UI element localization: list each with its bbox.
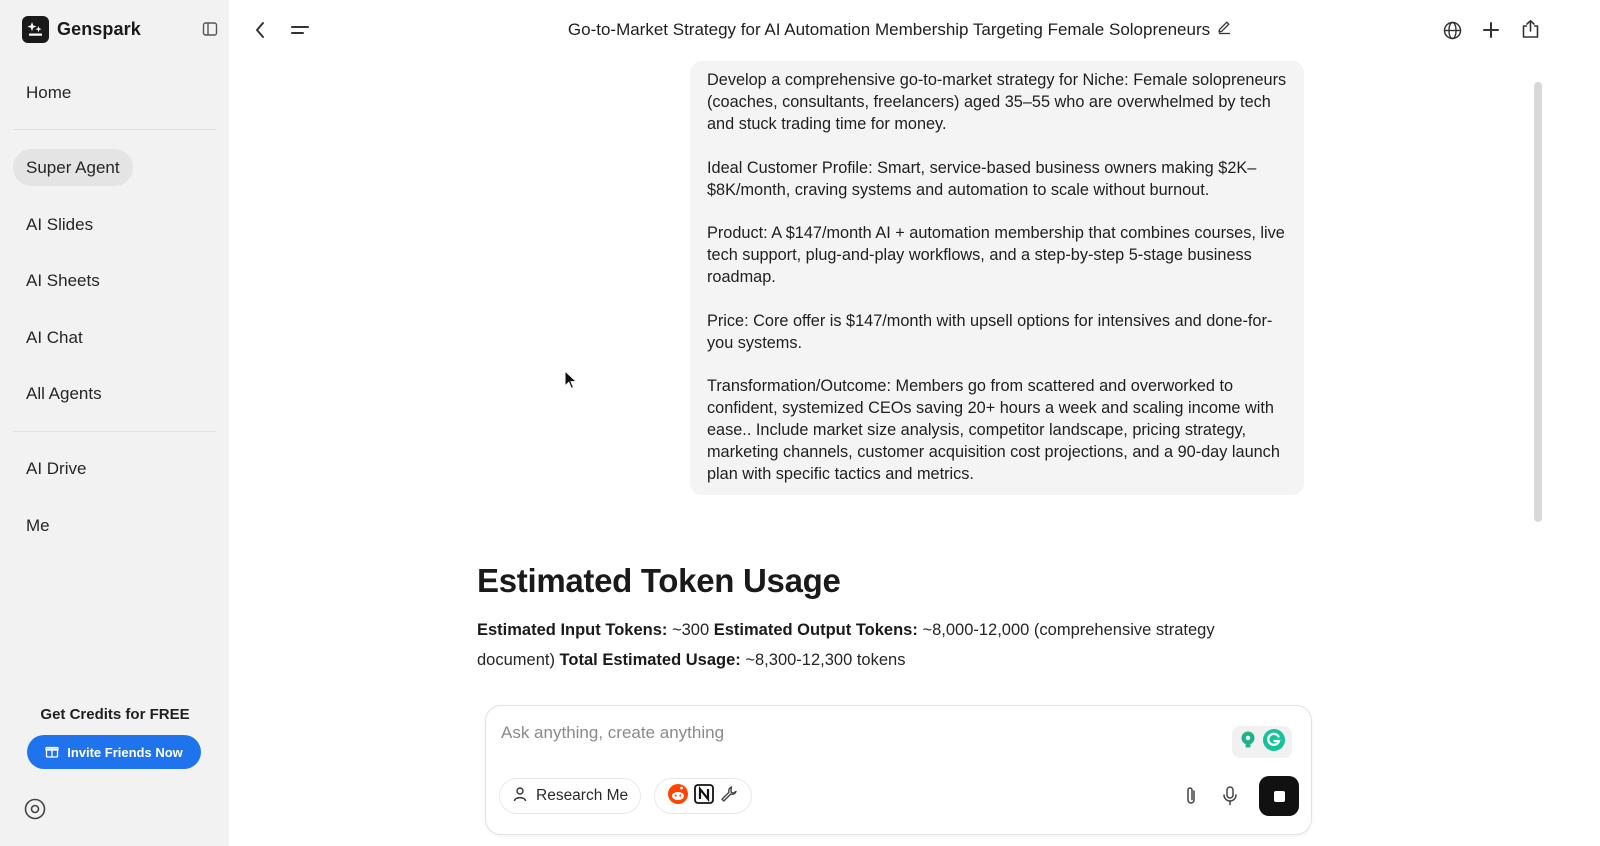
message-paragraph: Transformation/Outcome: Members go from … bbox=[707, 377, 1280, 483]
menu-lines-icon[interactable] bbox=[289, 20, 311, 40]
prompt-input[interactable] bbox=[501, 723, 1201, 743]
person-icon bbox=[512, 786, 528, 807]
sidebar-item-label: AI Chat bbox=[26, 327, 83, 347]
sidebar-item-ai-sheets[interactable]: AI Sheets bbox=[13, 262, 113, 299]
message-paragraph: Develop a comprehensive go-to-market str… bbox=[707, 71, 1287, 133]
sidebar-item-label: Me bbox=[26, 515, 50, 535]
invite-friends-button[interactable]: Invite Friends Now bbox=[27, 735, 201, 769]
writing-assistant-icons[interactable] bbox=[1232, 726, 1292, 758]
sidebar-item-all-agents[interactable]: All Agents bbox=[13, 375, 115, 412]
sidebar-item-label: Home bbox=[26, 82, 72, 102]
plus-icon[interactable] bbox=[1480, 19, 1502, 41]
user-message-bubble: Develop a comprehensive go-to-market str… bbox=[690, 61, 1304, 495]
sidebar-item-label: AI Slides bbox=[26, 214, 94, 234]
brand-name: Genspark bbox=[57, 19, 141, 39]
lightbulb-icon[interactable] bbox=[1238, 730, 1258, 755]
share-icon[interactable] bbox=[1519, 18, 1541, 40]
stop-icon bbox=[1273, 790, 1285, 802]
notion-icon bbox=[693, 783, 715, 810]
research-me-label: Research Me bbox=[536, 787, 629, 804]
gift-icon bbox=[45, 744, 59, 761]
sidebar-item-label: AI Drive bbox=[26, 458, 87, 478]
sidebar-item-ai-slides[interactable]: AI Slides bbox=[13, 206, 106, 243]
scrollbar-thumb[interactable] bbox=[1534, 82, 1542, 522]
wrench-icon bbox=[719, 784, 739, 809]
input-tokens-label: Estimated Input Tokens: bbox=[477, 621, 668, 639]
message-paragraph: Price: Core offer is $147/month with ups… bbox=[707, 311, 1273, 352]
input-tokens-value: ~300 bbox=[667, 621, 714, 639]
page-title: Go-to-Market Strategy for AI Automation … bbox=[567, 19, 1211, 39]
settings-icon[interactable] bbox=[22, 796, 48, 822]
sidebar-toggle-icon[interactable] bbox=[201, 20, 219, 38]
pencil-icon[interactable] bbox=[1216, 19, 1232, 40]
globe-icon[interactable] bbox=[1441, 19, 1463, 41]
microphone-icon[interactable] bbox=[1219, 784, 1241, 808]
sidebar-divider bbox=[13, 129, 216, 130]
page-title-wrap: Go-to-Market Strategy for AI Automation … bbox=[520, 19, 1280, 40]
message-paragraph: Product: A $147/month AI + automation me… bbox=[707, 224, 1285, 286]
composer: Research Me bbox=[485, 705, 1312, 835]
stop-button[interactable] bbox=[1259, 776, 1299, 816]
mouse-cursor-icon bbox=[564, 369, 578, 395]
invite-friends-label: Invite Friends Now bbox=[67, 744, 183, 760]
sidebar-item-label: All Agents bbox=[26, 383, 102, 403]
sidebar-item-ai-drive[interactable]: AI Drive bbox=[13, 450, 99, 487]
sidebar-item-home[interactable]: Home bbox=[13, 74, 84, 111]
token-usage-text: Estimated Input Tokens: ~300 Estimated O… bbox=[477, 615, 1297, 675]
reddit-icon bbox=[667, 783, 689, 810]
grammarly-icon[interactable] bbox=[1262, 728, 1286, 757]
credits-panel: Get Credits for FREE Invite Friends Now bbox=[10, 693, 220, 781]
sidebar-item-me[interactable]: Me bbox=[13, 507, 63, 544]
output-tokens-label: Estimated Output Tokens: bbox=[713, 621, 918, 639]
sidebar-item-label: Super Agent bbox=[26, 157, 120, 177]
credits-title: Get Credits for FREE bbox=[40, 706, 190, 723]
genspark-logo-icon bbox=[22, 16, 49, 43]
sidebar: Genspark Home Super Agent AI Slides AI S… bbox=[0, 0, 229, 846]
brand[interactable]: Genspark bbox=[22, 16, 141, 43]
sidebar-item-label: AI Sheets bbox=[26, 270, 100, 290]
token-usage-heading: Estimated Token Usage bbox=[477, 562, 841, 599]
message-paragraph: Ideal Customer Profile: Smart, service-b… bbox=[707, 158, 1257, 199]
sidebar-item-super-agent[interactable]: Super Agent bbox=[13, 149, 133, 186]
tools-chip[interactable] bbox=[654, 778, 752, 814]
sidebar-divider bbox=[13, 431, 216, 432]
total-usage-value: ~8,300-12,300 tokens bbox=[740, 651, 906, 669]
total-usage-label: Total Estimated Usage: bbox=[559, 651, 741, 669]
research-me-button[interactable]: Research Me bbox=[499, 778, 642, 814]
chevron-left-icon[interactable] bbox=[249, 19, 271, 41]
paperclip-icon[interactable] bbox=[1180, 784, 1202, 808]
sidebar-item-ai-chat[interactable]: AI Chat bbox=[13, 319, 96, 356]
